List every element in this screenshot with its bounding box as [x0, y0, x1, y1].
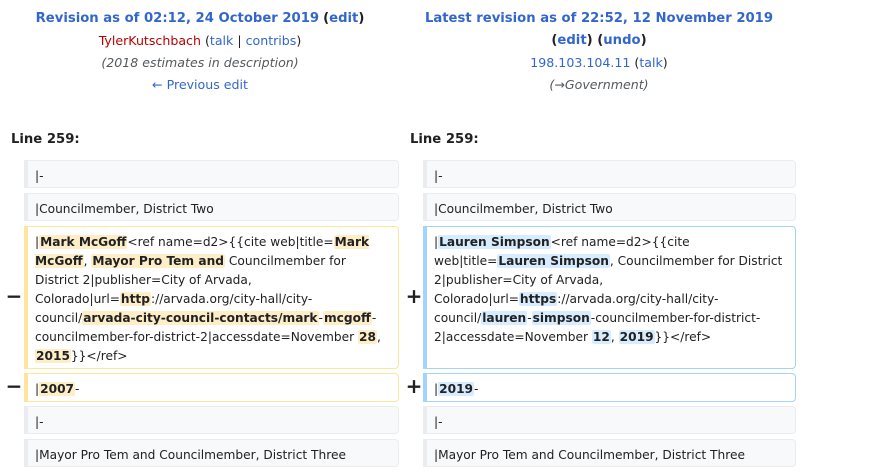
- undo-link[interactable]: undo: [603, 33, 640, 48]
- added-line-marker: +: [405, 374, 423, 398]
- left-edit-link[interactable]: edit: [329, 11, 358, 26]
- right-summary-text: Government: [564, 77, 644, 92]
- deleted-line-marker: −: [5, 374, 23, 398]
- right-user-row: 198.103.104.11 (talk): [530, 55, 668, 70]
- right-edit-link[interactable]: edit: [557, 33, 586, 48]
- right-talk-link[interactable]: talk: [639, 55, 662, 70]
- added-line: |2019-: [423, 373, 796, 402]
- right-revision-header: Latest revision as of 22:52, 12 November…: [399, 7, 799, 96]
- context-line-left: |Councilmember, District Two: [24, 193, 399, 221]
- left-user-row: TylerKutschbach (talk | contribs): [98, 33, 302, 48]
- previous-edit-link[interactable]: ← Previous edit: [152, 77, 248, 92]
- context-line-left: |Mayor Pro Tem and Councilmember, Distri…: [24, 439, 399, 467]
- left-revision-title-link[interactable]: Revision as of 02:12, 24 October 2019: [36, 11, 319, 26]
- deleted-line: |Mark McGoff<ref name=d2>{{cite web|titl…: [24, 226, 399, 369]
- right-revision-title-row: Latest revision as of 22:52, 12 November…: [399, 7, 799, 30]
- left-line-number: Line 259:: [11, 132, 80, 147]
- left-contribs-link[interactable]: contribs: [246, 33, 297, 48]
- left-revision-title-row: Revision as of 02:12, 24 October 2019 (e…: [0, 7, 400, 30]
- right-revision-title-link[interactable]: Latest revision as of 22:52, 12 November…: [425, 11, 773, 26]
- section-arrow-link[interactable]: →: [554, 77, 565, 92]
- context-line-right: |Councilmember, District Two: [423, 193, 796, 221]
- added-line-marker: +: [405, 284, 423, 308]
- context-line-left: |-: [24, 160, 399, 188]
- context-line-right: |-: [423, 160, 796, 188]
- left-talk-link[interactable]: talk: [210, 33, 233, 48]
- right-edit-summary: (→Government): [549, 77, 649, 92]
- left-edit-summary: (2018 estimates in description): [101, 55, 299, 70]
- right-user-link[interactable]: 198.103.104.11: [530, 55, 630, 70]
- context-line-right: |-: [423, 406, 796, 434]
- left-revision-header: Revision as of 02:12, 24 October 2019 (e…: [0, 7, 400, 96]
- deleted-line: |2007-: [24, 373, 399, 402]
- deleted-line-marker: −: [5, 284, 23, 308]
- left-edit-paren: (edit): [323, 11, 365, 26]
- context-line-left: |-: [24, 406, 399, 434]
- added-line: |Lauren Simpson<ref name=d2>{{cite web|t…: [423, 226, 796, 369]
- right-actions-row: (edit) (undo): [551, 33, 647, 48]
- left-user-link[interactable]: TylerKutschbach: [99, 33, 201, 48]
- context-line-right: |Mayor Pro Tem and Councilmember, Distri…: [423, 439, 796, 467]
- right-line-number: Line 259:: [410, 132, 479, 147]
